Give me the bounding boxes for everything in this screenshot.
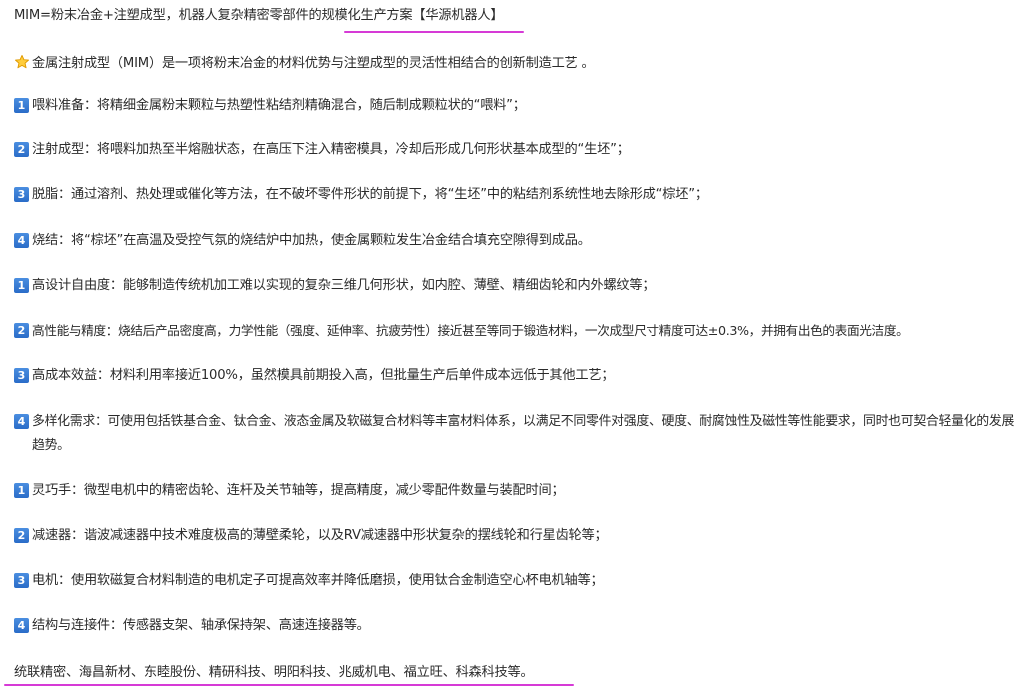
list-item: 4 结构与连接件：传感器支架、轴承保持架、高速连接器等。 bbox=[14, 614, 370, 638]
keycap-2-icon: 2 bbox=[14, 142, 29, 157]
list-item-text: 喂料准备：将精细金属粉末颗粒与热塑性粘结剂精确混合，随后制成颗粒状的“喂料”； bbox=[32, 98, 526, 113]
article-title: MIM=粉末冶金+注塑成型，机器人复杂精密零部件的规模化生产方案【华源机器人】 bbox=[14, 8, 504, 23]
title-highlight-underline bbox=[344, 31, 524, 33]
keycap-3-icon: 3 bbox=[14, 187, 29, 202]
list-item-text: 灵巧手：微型电机中的精密齿轮、连杆及关节轴等，提高精度，减少零配件数量与装配时间… bbox=[32, 483, 565, 498]
list-item-text: 注射成型：将喂料加热至半熔融状态，在高压下注入精密模具，冷却后形成几何形状基本成… bbox=[32, 142, 630, 157]
article: MIM=粉末冶金+注塑成型，机器人复杂精密零部件的规模化生产方案【华源机器人】 … bbox=[0, 0, 1024, 698]
list-item: 4 烧结：将“棕坯”在高温及受控气氛的烧结炉中加热，使金属颗粒发生冶金结合填充空… bbox=[14, 229, 591, 253]
list-item: 3 脱脂：通过溶剂、热处理或催化等方法，在不破坏零件形状的前提下，将“生坯”中的… bbox=[14, 183, 708, 207]
keycap-4-icon: 4 bbox=[14, 618, 29, 633]
company-list: 统联精密、海昌新材、东睦股份、精研科技、明阳科技、兆威机电、福立旺、科森科技等。 bbox=[14, 665, 534, 680]
list-item-text: 高性能与精度：烧结后产品密度高，力学性能（强度、延伸率、抗疲劳性）接近甚至等同于… bbox=[32, 323, 909, 338]
keycap-4-icon: 4 bbox=[14, 233, 29, 248]
list-item-text: 烧结：将“棕坯”在高温及受控气氛的烧结炉中加热，使金属颗粒发生冶金结合填充空隙得… bbox=[32, 233, 591, 248]
list-item: 4 多样化需求：可使用包括铁基合金、钛合金、液态金属及软磁复合材料等丰富材料体系… bbox=[14, 410, 1022, 458]
keycap-2-icon: 2 bbox=[14, 528, 29, 543]
list-item: 1 灵巧手：微型电机中的精密齿轮、连杆及关节轴等，提高精度，减少零配件数量与装配… bbox=[14, 479, 565, 503]
intro-text: 金属注射成型（MIM）是一项将粉末冶金的材料优势与注塑成型的灵活性相结合的创新制… bbox=[32, 56, 595, 71]
list-item: 3 电机：使用软磁复合材料制造的电机定子可提高效率并降低磨损，使用钛合金制造空心… bbox=[14, 569, 604, 593]
list-item-text: 高成本效益：材料利用率接近100%，虽然模具前期投入高，但批量生产后单件成本远低… bbox=[32, 368, 615, 383]
list-item-text: 电机：使用软磁复合材料制造的电机定子可提高效率并降低磨损，使用钛合金制造空心杯电… bbox=[32, 573, 604, 588]
list-item-text: 脱脂：通过溶剂、热处理或催化等方法，在不破坏零件形状的前提下，将“生坯”中的粘结… bbox=[32, 187, 708, 202]
companies-highlight-underline bbox=[4, 684, 574, 686]
list-item: 3 高成本效益：材料利用率接近100%，虽然模具前期投入高，但批量生产后单件成本… bbox=[14, 364, 615, 388]
keycap-1-icon: 1 bbox=[14, 278, 29, 293]
list-item: 1 喂料准备：将精细金属粉末颗粒与热塑性粘结剂精确混合，随后制成颗粒状的“喂料”… bbox=[14, 94, 526, 118]
list-item: 2 减速器：谐波减速器中技术难度极高的薄壁柔轮，以及RV减速器中形状复杂的摆线轮… bbox=[14, 524, 608, 548]
star-icon bbox=[15, 54, 29, 68]
keycap-1-icon: 1 bbox=[14, 98, 29, 113]
intro-paragraph: 金属注射成型（MIM）是一项将粉末冶金的材料优势与注塑成型的灵活性相结合的创新制… bbox=[14, 52, 595, 71]
keycap-1-icon: 1 bbox=[14, 483, 29, 498]
keycap-4-icon: 4 bbox=[14, 414, 29, 429]
keycap-3-icon: 3 bbox=[14, 368, 29, 383]
list-item-text: 多样化需求：可使用包括铁基合金、钛合金、液态金属及软磁复合材料等丰富材料体系，以… bbox=[32, 414, 1015, 453]
list-item-text: 结构与连接件：传感器支架、轴承保持架、高速连接器等。 bbox=[32, 618, 370, 633]
list-item: 1 高设计自由度：能够制造传统机加工难以实现的复杂三维几何形状，如内腔、薄壁、精… bbox=[14, 274, 656, 298]
keycap-2-icon: 2 bbox=[14, 323, 29, 338]
list-item: 2 高性能与精度：烧结后产品密度高，力学性能（强度、延伸率、抗疲劳性）接近甚至等… bbox=[14, 319, 909, 343]
list-item-text: 减速器：谐波减速器中技术难度极高的薄壁柔轮，以及RV减速器中形状复杂的摆线轮和行… bbox=[32, 528, 608, 543]
list-item-text: 高设计自由度：能够制造传统机加工难以实现的复杂三维几何形状，如内腔、薄壁、精细齿… bbox=[32, 278, 656, 293]
keycap-3-icon: 3 bbox=[14, 573, 29, 588]
list-item: 2 注射成型：将喂料加热至半熔融状态，在高压下注入精密模具，冷却后形成几何形状基… bbox=[14, 138, 630, 162]
